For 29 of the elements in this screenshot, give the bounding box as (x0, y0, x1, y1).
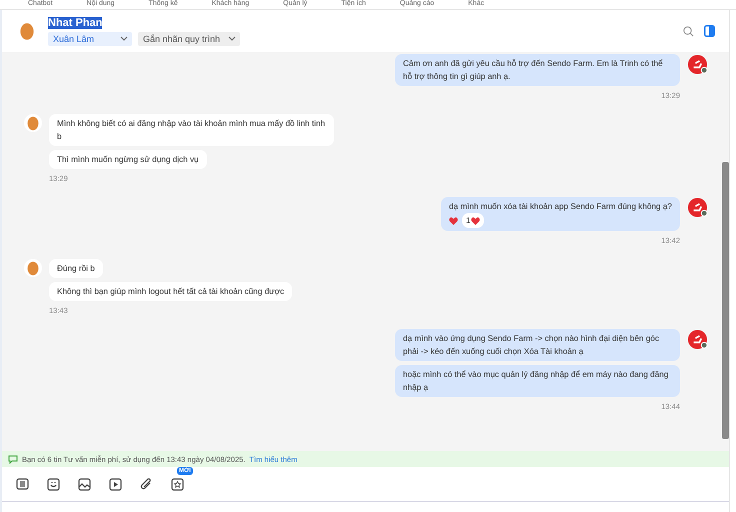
search-icon[interactable] (683, 26, 694, 36)
contact-name: Nhat Phan (48, 16, 102, 28)
video-icon[interactable] (107, 476, 123, 492)
message-bubble: Cảm ơn anh đã gửi yêu cầu hỗ trợ đến Sendo Farm. Em là Trinh có thể hỗ trợ thông tin gì giúp anh ạ. (395, 54, 680, 86)
chevron-down-icon (120, 36, 128, 41)
image-icon[interactable] (76, 476, 92, 492)
heart-icon (448, 216, 458, 224)
message-bubble: dạ mình muốn xóa tài khoản app Sendo Farm đúng không ạ? 1 (440, 197, 680, 231)
egg-avatar-icon (24, 114, 42, 132)
message-bubble: Mình không biết có ai đăng nhập vào tài khoản mình mua mấy đồ linh tinh b (49, 114, 334, 146)
scrollbar-thumb[interactable] (722, 162, 729, 439)
reaction-count[interactable]: 1 (462, 213, 484, 228)
message-bubble: dạ mình vào ứng dụng Sendo Farm -> chọn nào hình đại diện bên góc phải -> kéo đến xuống cuối chọn Xóa Tài khoản ạ (395, 329, 680, 361)
message-bubble: Thì mình muốn ngừng sử dụng dịch vụ (49, 150, 207, 169)
template-icon[interactable] (14, 476, 30, 492)
star-card-icon[interactable] (169, 476, 185, 492)
message-bubble: Đúng rồi b (49, 259, 103, 278)
label-select[interactable]: Gắn nhãn quy trình (138, 32, 240, 46)
brand-avatar-icon (687, 329, 708, 350)
brand-avatar-icon (687, 197, 708, 218)
message-bubble: hoặc mình có thể vào mục quản lý đăng nhập để em máy nào đang đăng nhập ạ (395, 365, 680, 397)
assignee-select[interactable]: Xuân Lâm (48, 32, 132, 46)
chevron-down-icon (228, 36, 236, 41)
chat-icon (8, 454, 18, 464)
egg-avatar-icon (24, 259, 42, 277)
sticker-icon[interactable] (45, 476, 61, 492)
heart-icon (471, 216, 480, 224)
side-panel-icon[interactable] (704, 25, 715, 37)
message-bubble: Không thì bạn giúp mình logout hết tất cả tài khoản cũng được (49, 282, 292, 301)
